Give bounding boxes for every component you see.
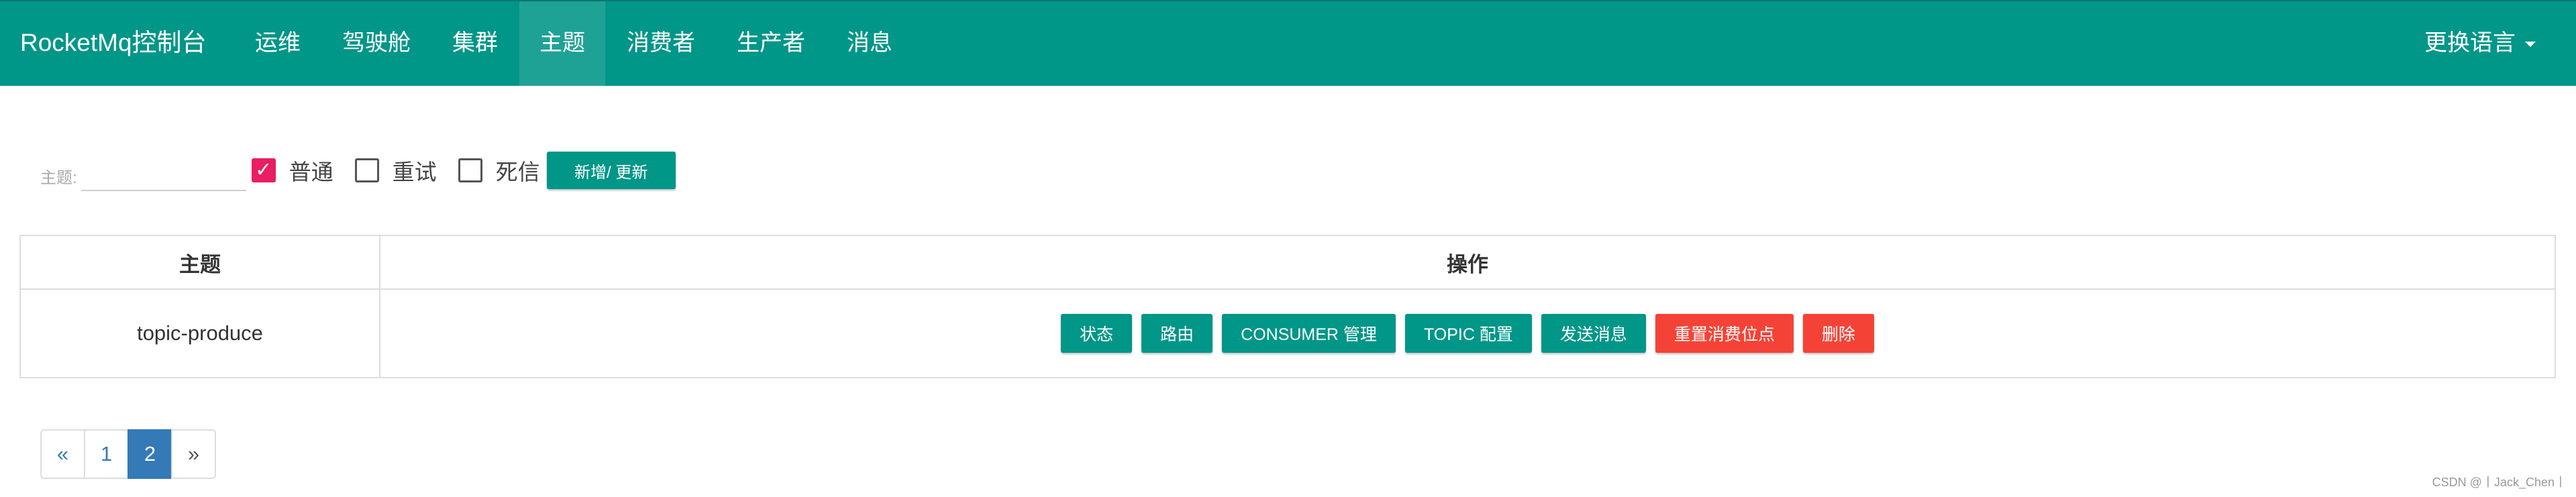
normal-checkbox[interactable]: ✓ — [251, 158, 276, 182]
normal-label: 普通 — [289, 160, 333, 184]
nav-dashboard[interactable]: 驾驶舱 — [322, 1, 431, 86]
topic-config-button[interactable]: TOPIC 配置 — [1404, 314, 1532, 353]
reset-offset-button[interactable]: 重置消费位点 — [1655, 314, 1794, 353]
page-1[interactable]: 1 — [84, 429, 129, 479]
topic-search-input[interactable] — [81, 162, 246, 191]
nav-ops[interactable]: 运维 — [235, 1, 321, 86]
top-navbar: RocketMq控制台 运维 驾驶舱 集群 主题 消费者 生产者 消息 更换语言 — [0, 0, 2576, 86]
nav-message[interactable]: 消息 — [827, 1, 913, 86]
operation-cell: 状态 路由 CONSUMER 管理 TOPIC 配置 发送消息 重置消费位点 删… — [379, 288, 2556, 378]
nav-producer[interactable]: 生产者 — [717, 1, 825, 86]
retry-label: 重试 — [392, 160, 437, 184]
nav-cluster[interactable]: 集群 — [432, 1, 518, 86]
topic-filter-bar: 主题: ✓ 普通 重试 死信 新增/ 更新 — [40, 144, 676, 197]
retry-checkbox[interactable] — [354, 158, 379, 182]
pagination: « 1 2 » — [40, 429, 216, 479]
header-topic: 主题 — [19, 235, 380, 290]
page-prev[interactable]: « — [40, 429, 85, 479]
operation-buttons: 状态 路由 CONSUMER 管理 TOPIC 配置 发送消息 重置消费位点 删… — [381, 314, 2554, 353]
language-dropdown[interactable]: 更换语言 — [2424, 1, 2576, 86]
topic-name-cell: topic-produce — [19, 288, 380, 378]
filter-dlq[interactable]: 死信 — [458, 154, 540, 186]
status-button[interactable]: 状态 — [1061, 314, 1133, 353]
caret-down-icon — [2525, 42, 2536, 48]
topic-filter-label: 主题: — [40, 168, 77, 187]
table-row: topic-produce 状态 路由 CONSUMER 管理 TOPIC 配置… — [19, 288, 2556, 378]
router-button[interactable]: 路由 — [1141, 314, 1213, 353]
dlq-checkbox[interactable] — [458, 158, 482, 182]
page-next[interactable]: » — [171, 429, 216, 479]
brand-title[interactable]: RocketMq控制台 — [0, 1, 235, 86]
consumer-manage-button[interactable]: CONSUMER 管理 — [1222, 314, 1396, 353]
topic-table: 主题 操作 topic-produce 状态 路由 CONSUMER 管理 TO… — [19, 235, 2556, 378]
filter-retry[interactable]: 重试 — [354, 154, 437, 186]
check-icon: ✓ — [255, 158, 272, 182]
header-operation: 操作 — [379, 235, 2556, 290]
language-label: 更换语言 — [2424, 30, 2516, 56]
nav-consumer[interactable]: 消费者 — [607, 1, 715, 86]
filter-normal[interactable]: ✓ 普通 — [251, 154, 333, 186]
dlq-label: 死信 — [495, 160, 540, 184]
nav-topic[interactable]: 主题 — [519, 1, 605, 86]
add-update-button[interactable]: 新增/ 更新 — [546, 152, 676, 189]
delete-button[interactable]: 删除 — [1802, 314, 1874, 353]
send-message-button[interactable]: 发送消息 — [1541, 314, 1646, 353]
watermark: CSDN @丨Jack_Chen丨 — [2432, 476, 2567, 489]
table-header-row: 主题 操作 — [19, 235, 2556, 290]
page-2[interactable]: 2 — [127, 429, 172, 479]
